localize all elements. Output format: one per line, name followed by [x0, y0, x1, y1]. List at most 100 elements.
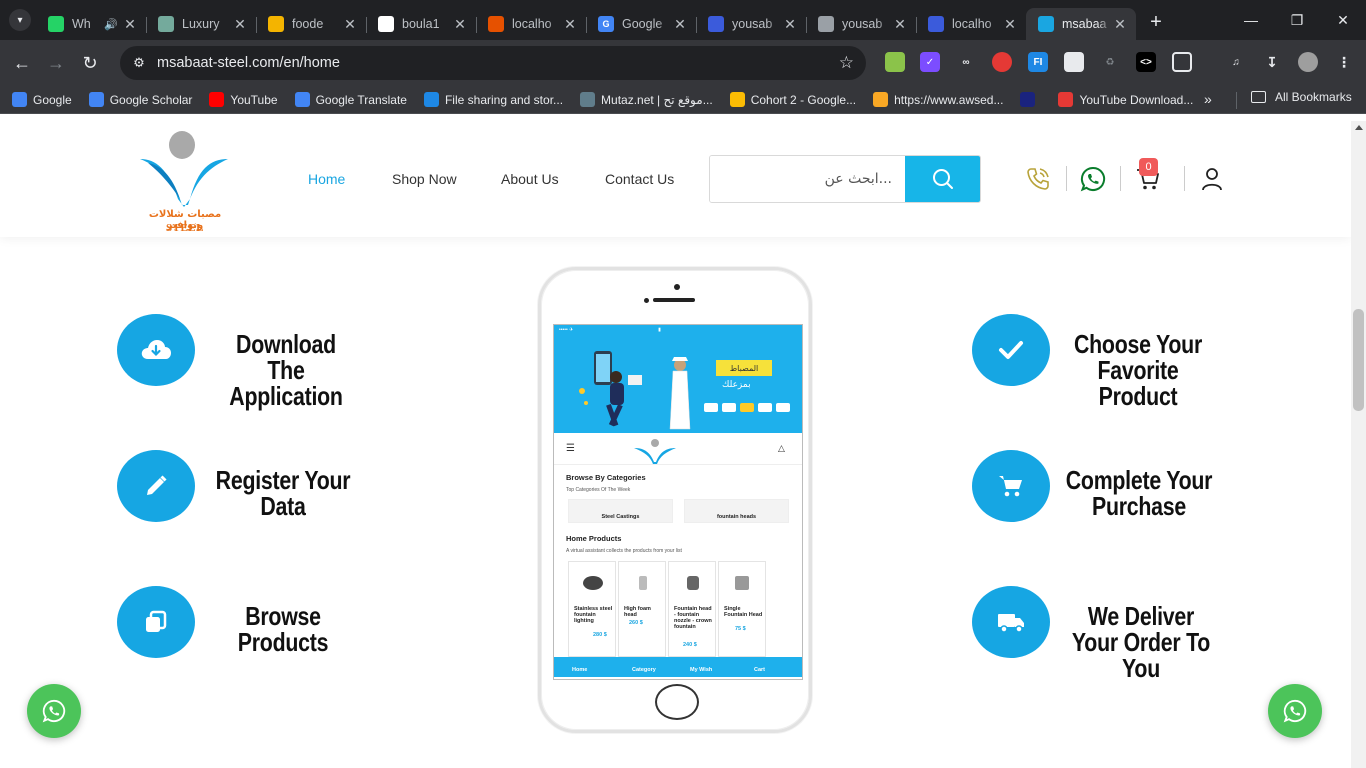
tab-title: localho — [952, 17, 992, 31]
bookmark-item[interactable]: Google Scholar — [88, 92, 193, 107]
tab-close-icon[interactable]: ✕ — [782, 16, 798, 33]
product-image — [687, 576, 699, 590]
extension-fi-icon[interactable]: FI — [1028, 52, 1048, 72]
site-logo[interactable]: مصبات شلالات ونوافير STEEL — [138, 129, 230, 234]
bookmark-item[interactable]: Google — [12, 92, 72, 107]
browser-tab[interactable]: G Google ✕ — [586, 8, 696, 40]
extension-recycle-icon[interactable]: ♻ — [1100, 52, 1120, 72]
search-input[interactable] — [710, 156, 906, 202]
tab-audio-icon[interactable]: 🔊 — [104, 18, 118, 31]
bookmark-label: Google Scholar — [109, 92, 193, 107]
tab-close-icon[interactable]: ✕ — [232, 16, 248, 33]
all-bookmarks-button[interactable]: All Bookmarks — [1251, 90, 1352, 104]
bookmark-item[interactable]: Cohort 2 - Google... — [729, 92, 856, 107]
product-price: 260 $ — [629, 620, 643, 626]
bookmark-item[interactable]: File sharing and stor... — [423, 92, 563, 107]
downloads-icon[interactable]: ↧ — [1262, 52, 1282, 72]
all-bookmarks-label: All Bookmarks — [1275, 90, 1352, 104]
tab-close-icon[interactable]: ✕ — [562, 16, 578, 33]
browser-tab[interactable]: boula1 ✕ — [366, 8, 476, 40]
step-label: Browse Products — [237, 601, 329, 657]
app-header: ☰ △ — [554, 435, 802, 465]
bookmark-star-icon[interactable]: ☆ — [839, 53, 854, 73]
tab-close-icon[interactable]: ✕ — [452, 16, 468, 33]
tab-strip: Wh 🔊 ✕ Luxury ✕ foode ✕ boula1 ✕ localho ✕ G Google ✕… — [36, 0, 1136, 40]
nav-shop-now[interactable]: Shop Now — [392, 171, 457, 187]
whatsapp-float-button[interactable] — [1268, 684, 1322, 738]
restore-window-icon[interactable]: ❐ — [1274, 0, 1320, 40]
user-account-icon[interactable] — [1198, 165, 1226, 193]
tab-search-chevron-icon[interactable]: ▾ — [9, 9, 31, 31]
browser-tab[interactable]: localho ✕ — [916, 8, 1026, 40]
categories-subtitle: Top Categories Of The Week — [566, 487, 631, 493]
products-subtitle: A virtual assistant collects the product… — [566, 548, 682, 554]
extension-hand-icon[interactable] — [992, 52, 1012, 72]
address-bar[interactable]: ⚙ msabaat-steel.com/en/home ☆ — [120, 46, 866, 80]
bookmark-item[interactable]: Google Translate — [294, 92, 407, 107]
bookmark-item[interactable]: https://www.awsed... — [873, 92, 1003, 107]
bookmark-item[interactable]: YouTube — [209, 92, 278, 107]
tab-close-icon[interactable]: ✕ — [672, 16, 688, 33]
browser-tab[interactable]: yousab ✕ — [696, 8, 806, 40]
browser-menu-icon[interactable]: ⋮ — [1334, 52, 1354, 72]
new-tab-button[interactable]: + — [1142, 8, 1170, 36]
whatsapp-float-button[interactable] — [27, 684, 81, 738]
banner-illustration — [579, 351, 691, 430]
extensions-puzzle-icon[interactable] — [1172, 52, 1192, 72]
bottom-nav-wish: My Wish — [690, 667, 713, 673]
product-card: High foam head 260 $ — [618, 561, 666, 657]
phone-call-icon[interactable] — [1024, 165, 1052, 193]
bookmark-label: Google Translate — [315, 92, 407, 107]
media-control-icon[interactable]: ♫ — [1226, 52, 1246, 72]
bookmark-item[interactable] — [1020, 92, 1041, 107]
browser-tab[interactable]: Wh 🔊 ✕ — [36, 8, 146, 40]
bookmark-favicon-icon — [1058, 92, 1074, 107]
tab-title: boula1 — [402, 17, 440, 31]
nav-home[interactable]: Home — [308, 171, 345, 187]
banner-button: المصباط — [716, 360, 772, 376]
tab-favicon-icon — [1038, 16, 1054, 32]
browser-tab[interactable]: yousab ✕ — [806, 8, 916, 40]
tab-close-icon[interactable]: ✕ — [1002, 16, 1018, 33]
bookmark-item[interactable]: Mutaz.net | موقع تح... — [580, 92, 713, 107]
whatsapp-icon[interactable] — [1079, 165, 1107, 193]
nav-about-us[interactable]: About Us — [501, 171, 559, 187]
browser-tab[interactable]: Luxury ✕ — [146, 8, 256, 40]
profile-avatar[interactable] — [1298, 52, 1318, 72]
tab-favicon-icon — [928, 16, 944, 32]
bookmarks-overflow-icon[interactable]: » — [1204, 91, 1212, 107]
browser-tab[interactable]: foode ✕ — [256, 8, 366, 40]
bookmark-item[interactable]: YouTube Download... — [1058, 92, 1193, 107]
scrollbar-thumb[interactable] — [1353, 309, 1364, 411]
reload-icon[interactable]: ↻ — [73, 46, 107, 80]
site-info-icon[interactable]: ⚙ — [126, 50, 152, 76]
url-text[interactable]: msabaat-steel.com/en/home — [157, 55, 340, 71]
product-image — [583, 576, 603, 590]
scroll-up-arrow-icon[interactable] — [1355, 125, 1363, 130]
tab-close-icon[interactable]: ✕ — [892, 16, 908, 33]
extension-check-icon[interactable]: ✓ — [920, 52, 940, 72]
tab-close-icon[interactable]: ✕ — [122, 16, 138, 33]
close-window-icon[interactable]: ✕ — [1320, 0, 1366, 40]
extension-link-icon[interactable]: ∞ — [956, 52, 976, 72]
tab-close-icon[interactable]: ✕ — [1112, 16, 1128, 33]
browser-tab[interactable]: localho ✕ — [476, 8, 586, 40]
cloud-download-icon — [117, 314, 195, 386]
minimize-window-icon[interactable]: — — [1228, 0, 1274, 40]
extension-icon[interactable] — [885, 52, 905, 72]
nav-contact-us[interactable]: Contact Us — [605, 171, 674, 187]
tab-close-icon[interactable]: ✕ — [342, 16, 358, 33]
back-arrow-icon[interactable]: ← — [5, 46, 39, 80]
extension-folder-icon[interactable] — [1064, 52, 1084, 72]
categories-heading: Browse By Categories — [566, 473, 646, 482]
tab-title: localho — [512, 17, 552, 31]
cart-count-badge: 0 — [1139, 158, 1158, 176]
search-button[interactable] — [905, 156, 980, 202]
page-scrollbar[interactable] — [1351, 121, 1366, 768]
banner-subtitle: بمزعلك — [722, 380, 751, 390]
bookmark-list: Google Google Scholar YouTube Google Transl… — [12, 92, 1210, 107]
whatsapp-icon — [1283, 699, 1307, 723]
extension-code-icon[interactable]: <> — [1136, 52, 1156, 72]
forward-arrow-icon[interactable]: → — [39, 46, 73, 80]
browser-tab[interactable]: msabaa ✕ — [1026, 8, 1136, 40]
